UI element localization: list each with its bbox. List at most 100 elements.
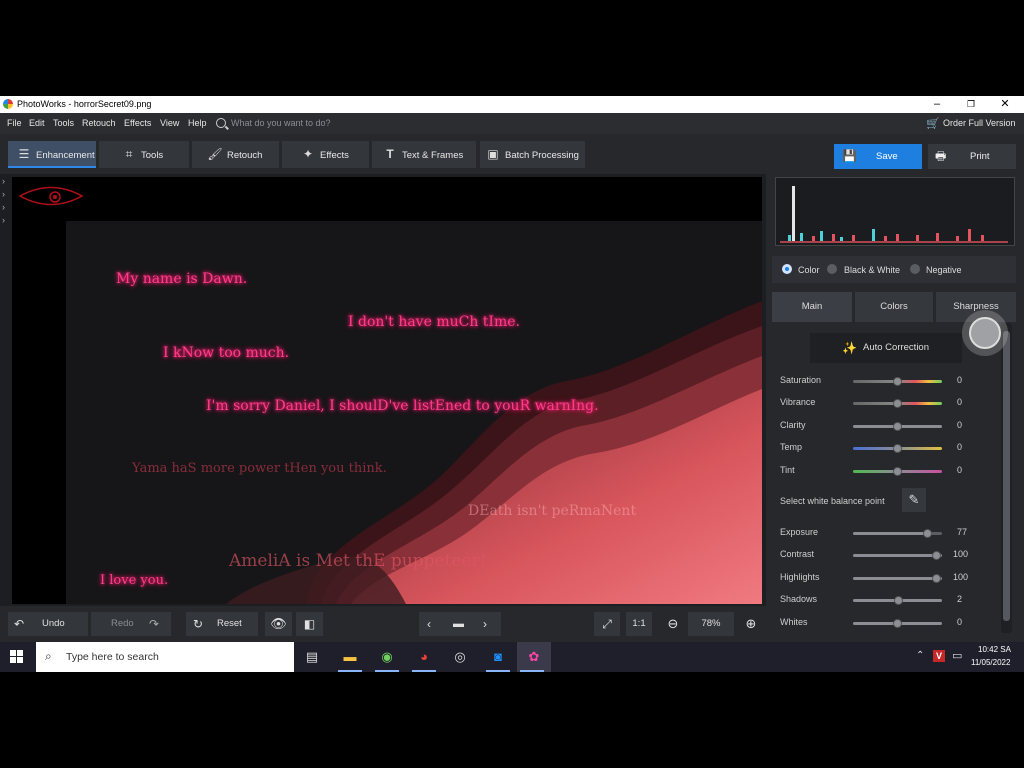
photo-text: I don't have muCh tIme.: [348, 314, 520, 330]
printer-icon: 🖶: [935, 149, 947, 163]
shadows-slider-handle[interactable]: [894, 596, 903, 605]
cart-icon[interactable]: 🛒: [926, 117, 940, 130]
obs-icon[interactable]: ◎: [445, 642, 475, 672]
menu-effects[interactable]: Effects: [124, 118, 151, 128]
reset-icon: ↻: [193, 617, 204, 631]
command-search-input[interactable]: What do you want to do?: [231, 118, 331, 128]
taskbar-search-box[interactable]: ⌕ Type here to search: [36, 642, 294, 672]
brush-icon: 🖌: [207, 147, 223, 161]
temp-value: 0: [957, 442, 963, 452]
clarity-slider-handle[interactable]: [893, 422, 902, 431]
maximize-button[interactable]: ❐: [954, 96, 988, 113]
network-icon[interactable]: ▭: [952, 649, 962, 662]
search-icon: ⌕: [45, 649, 52, 663]
tab-retouch[interactable]: 🖌 Retouch: [192, 141, 279, 168]
tab-text-frames[interactable]: T Text & Frames: [372, 141, 476, 168]
eye-logo-icon: [18, 186, 84, 206]
menu-view[interactable]: View: [160, 118, 179, 128]
print-button[interactable]: 🖶 Print: [928, 144, 1016, 169]
zoom-out-icon[interactable]: ⊖: [662, 612, 684, 636]
undo-button[interactable]: ↶ Undo: [8, 612, 88, 636]
folder-icon[interactable]: ▬: [453, 612, 464, 636]
tab-colors[interactable]: Colors: [855, 292, 933, 322]
menu-help[interactable]: Help: [188, 118, 207, 128]
task-view-icon[interactable]: ▤: [297, 642, 327, 672]
highlights-slider-handle[interactable]: [932, 574, 941, 583]
actual-size-button[interactable]: 1:1: [626, 612, 652, 636]
zoom-level[interactable]: 78%: [688, 612, 734, 636]
image-canvas[interactable]: My name is Dawn. I don't have muCh tIme.…: [12, 177, 762, 604]
panel-scrollbar[interactable]: [1001, 323, 1012, 633]
minimize-button[interactable]: –: [920, 96, 954, 113]
temp-slider-handle[interactable]: [893, 444, 902, 453]
chevron-right-icon: ›: [2, 189, 5, 199]
saturation-value: 0: [957, 375, 963, 385]
photoworks-taskbar-icon[interactable]: ✿: [517, 642, 551, 672]
radio-color-label: Color: [798, 265, 820, 275]
image-navigator: ‹ ▬ ›: [419, 612, 501, 636]
images-icon: ▣: [487, 147, 499, 161]
vibrance-slider-handle[interactable]: [893, 399, 902, 408]
photo-text: Yama haS more power tHen you think.: [132, 461, 387, 476]
whites-slider-handle[interactable]: [893, 619, 902, 628]
close-button[interactable]: ✕: [988, 96, 1022, 113]
batch-processing-button[interactable]: ▣ Batch Processing: [480, 141, 585, 168]
contrast-slider-handle[interactable]: [932, 551, 941, 560]
save-button[interactable]: 💾 Save: [834, 144, 922, 169]
clarity-value: 0: [957, 420, 963, 430]
highlights-slider[interactable]: [853, 577, 942, 580]
shadows-value: 2: [957, 594, 963, 604]
menu-tools[interactable]: Tools: [53, 118, 74, 128]
redo-button[interactable]: Redo ↷: [91, 612, 171, 636]
chrome-icon[interactable]: ◕: [409, 642, 439, 672]
auto-correction-button[interactable]: ✨ Auto Correction: [810, 333, 962, 363]
menu-bar: File Edit Tools Retouch Effects View Hel…: [0, 113, 1024, 134]
menu-retouch[interactable]: Retouch: [82, 118, 116, 128]
zoom-in-icon[interactable]: ⊕: [740, 612, 762, 636]
tray-expand-icon[interactable]: ⌃: [916, 650, 924, 661]
tab-main[interactable]: Main: [772, 292, 852, 322]
radio-black-white[interactable]: [827, 264, 837, 274]
windows-start-icon[interactable]: [10, 650, 24, 664]
zalo-icon[interactable]: ◙: [483, 642, 513, 672]
radio-color[interactable]: [782, 264, 792, 274]
contrast-slider[interactable]: [853, 554, 942, 557]
file-explorer-icon[interactable]: ▬: [335, 642, 365, 672]
prev-image-button[interactable]: ‹: [427, 612, 431, 636]
compare-icon[interactable]: ◧: [296, 612, 323, 636]
search-icon[interactable]: [216, 118, 226, 128]
order-full-version-link[interactable]: Order Full Version: [943, 118, 1016, 128]
antivirus-tray-icon[interactable]: V: [933, 650, 945, 662]
next-image-button[interactable]: ›: [483, 612, 487, 636]
fit-screen-icon[interactable]: ⤢: [594, 612, 620, 636]
eyedropper-icon[interactable]: ✎: [902, 488, 926, 512]
highlights-label: Highlights: [780, 572, 820, 582]
radio-negative[interactable]: [910, 264, 920, 274]
scrollbar-thumb[interactable]: [1003, 331, 1010, 621]
text-icon: T: [386, 147, 394, 161]
photo-text: My name is Dawn.: [116, 271, 248, 287]
tab-tools[interactable]: ⌗ Tools: [99, 141, 189, 168]
clock-time[interactable]: 10:42 SA: [978, 645, 1011, 654]
magic-wand-icon: ✨: [842, 341, 857, 355]
app-green-icon[interactable]: ◉: [372, 642, 402, 672]
exposure-slider-handle[interactable]: [923, 529, 932, 538]
left-collapse-strip[interactable]: › › › ›: [0, 174, 10, 606]
menu-edit[interactable]: Edit: [29, 118, 45, 128]
chevron-right-icon: ›: [2, 215, 5, 225]
histogram: [775, 177, 1015, 246]
tab-effects[interactable]: ✦ Effects: [282, 141, 369, 168]
clock-date[interactable]: 11/05/2022: [971, 658, 1010, 667]
shadows-label: Shadows: [780, 594, 818, 604]
exposure-label: Exposure: [780, 527, 819, 537]
eye-icon[interactable]: 👁: [265, 612, 292, 636]
tint-slider-handle[interactable]: [893, 467, 902, 476]
tab-enhancement[interactable]: ☰ Enhancement: [8, 141, 96, 168]
menu-file[interactable]: File: [7, 118, 22, 128]
exposure-value: 77: [957, 527, 968, 537]
crop-icon: ⌗: [125, 147, 133, 161]
touch-pointer-indicator: [962, 310, 1008, 356]
reset-button[interactable]: ↻ Reset: [186, 612, 258, 636]
saturation-slider-handle[interactable]: [893, 377, 902, 386]
white-balance-label: Select white balance point: [780, 496, 885, 506]
